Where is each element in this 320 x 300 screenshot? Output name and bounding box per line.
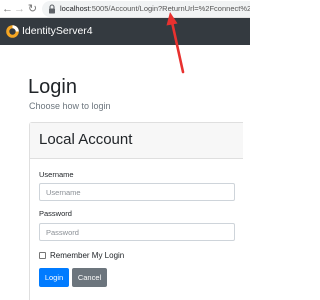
username-label: Username xyxy=(39,170,74,179)
card-header: Local Account xyxy=(30,123,243,159)
brand-name[interactable]: IdentityServer4 xyxy=(22,25,93,38)
arrow-left-icon[interactable]: ← xyxy=(2,2,13,16)
login-page: ← → ↻ localhost:5005/Account/Login?Retur… xyxy=(0,0,250,300)
top-navbar: IdentityServer4 xyxy=(0,18,250,45)
username-input[interactable] xyxy=(39,183,235,201)
page-title: Login xyxy=(28,76,77,98)
login-button[interactable]: Login xyxy=(39,268,69,287)
page-subtitle: Choose how to login xyxy=(29,101,111,111)
password-input[interactable] xyxy=(39,223,235,241)
identityserver-logo-icon[interactable] xyxy=(6,25,19,38)
lock-icon xyxy=(49,4,55,14)
card-title: Local Account xyxy=(39,131,133,148)
annotation-arrow-icon xyxy=(166,12,185,74)
password-label: Password xyxy=(39,209,72,218)
url-text: localhost:5005/Account/Login?ReturnUrl=%… xyxy=(60,4,250,14)
url-host: localhost xyxy=(60,4,90,13)
arrow-right-icon[interactable]: → xyxy=(14,2,25,16)
reload-icon[interactable]: ↻ xyxy=(27,2,38,16)
url-field[interactable]: localhost:5005/Account/Login?ReturnUrl=%… xyxy=(42,1,250,17)
remember-login-checkbox[interactable] xyxy=(39,252,46,259)
local-account-card: Local Account Username Password Remember… xyxy=(29,122,243,300)
cancel-button[interactable]: Cancel xyxy=(72,268,107,287)
browser-address-bar: ← → ↻ localhost:5005/Account/Login?Retur… xyxy=(0,0,250,18)
remember-login-label[interactable]: Remember My Login xyxy=(50,251,124,261)
